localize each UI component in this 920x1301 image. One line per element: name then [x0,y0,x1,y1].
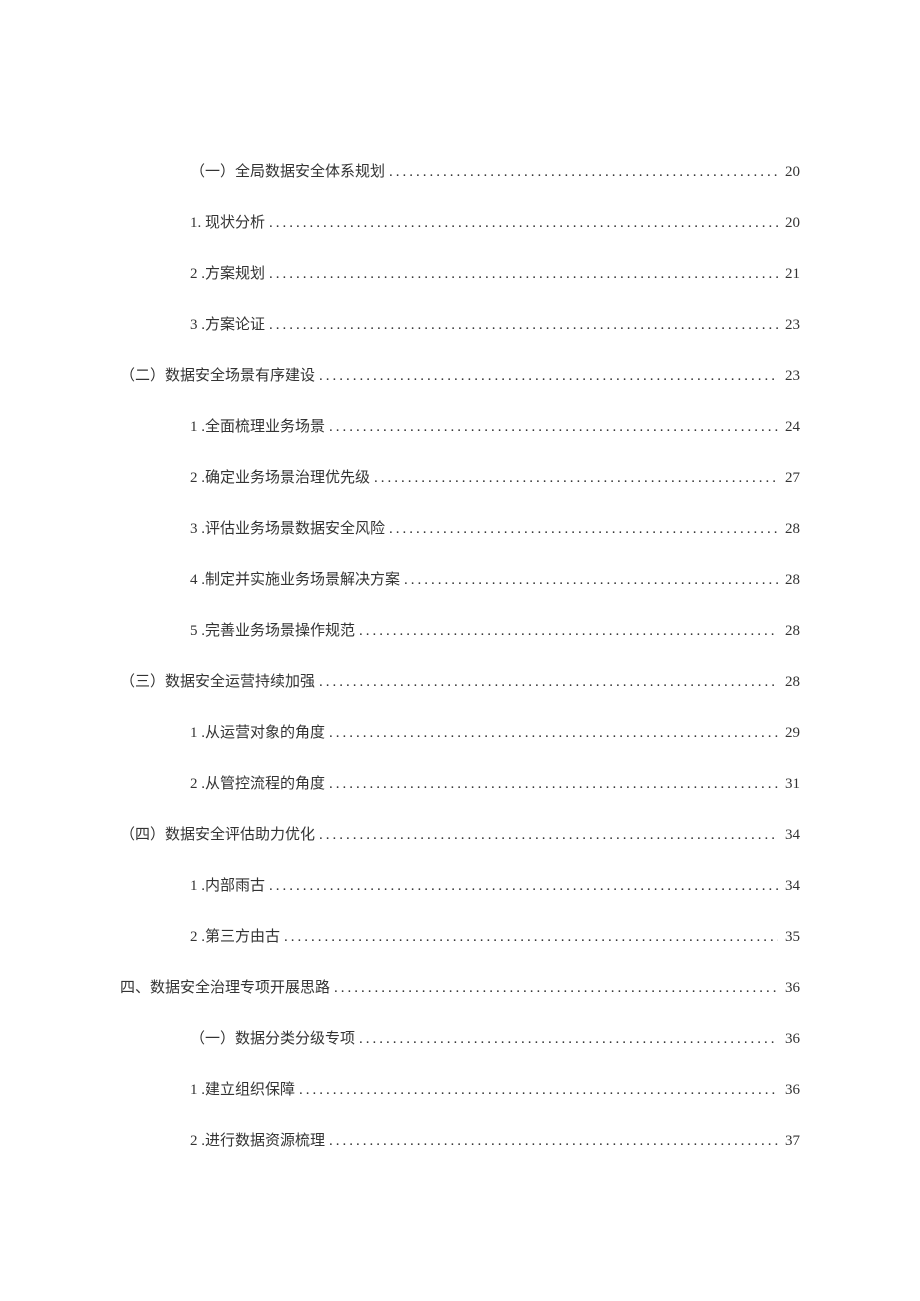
toc-entry: 2 .确定业务场景治理优先级 27 [120,466,800,487]
toc-entry-text: 2 .方案规划 [190,262,265,283]
toc-entry: 2 .从管控流程的角度 31 [120,772,800,793]
toc-entry-text: 3 .方案论证 [190,313,265,334]
toc-entry-page: 28 [778,623,800,640]
toc-entry-text: 4 .制定并实施业务场景解决方案 [190,568,400,589]
toc-leader [280,929,778,946]
toc-entry: （四）数据安全评估助力优化 34 [120,823,800,844]
toc-leader [330,980,778,997]
toc-entry: （三）数据安全运营持续加强 28 [120,670,800,691]
toc-leader [400,572,778,589]
toc-entry-text: 2 .确定业务场景治理优先级 [190,466,370,487]
toc-entry-text: （一）数据分类分级专项 [190,1027,355,1048]
toc-entry: 5 .完善业务场景操作规范 28 [120,619,800,640]
toc-entry: 2 .第三方由古 35 [120,925,800,946]
toc-entry-page: 34 [778,878,800,895]
toc-entry: （一）全局数据安全体系规划 20 [120,160,800,181]
toc-entry-text: 2 .从管控流程的角度 [190,772,325,793]
toc-leader [325,725,778,742]
toc-entry-text: 2 .第三方由古 [190,925,280,946]
toc-leader [370,470,778,487]
toc-entry-text: 1 .全面梳理业务场景 [190,415,325,436]
toc-leader [325,419,778,436]
toc-leader [385,164,778,181]
toc-leader [325,776,778,793]
toc-leader [355,1031,778,1048]
toc-leader [265,266,778,283]
toc-entry-text: 四、数据安全治理专项开展思路 [120,976,330,997]
toc-entry-page: 36 [778,1031,800,1048]
toc-leader [265,317,778,334]
toc-entry-text: 5 .完善业务场景操作规范 [190,619,355,640]
toc-entry-text: （一）全局数据安全体系规划 [190,160,385,181]
toc-leader [315,674,778,691]
toc-entry: 1 .建立组织保障 36 [120,1078,800,1099]
toc-entry: 1 .从运营对象的角度 29 [120,721,800,742]
toc-entry-page: 28 [778,521,800,538]
toc-entry-page: 21 [778,266,800,283]
toc-entry-page: 28 [778,572,800,589]
toc-leader [265,878,778,895]
toc-entry: 1 .内部雨古 34 [120,874,800,895]
toc-entry-page: 27 [778,470,800,487]
toc-entry-page: 34 [778,827,800,844]
toc-entry-text: 1 .内部雨古 [190,874,265,895]
toc-entry-page: 24 [778,419,800,436]
toc-entry-page: 23 [778,317,800,334]
toc-entry-page: 20 [778,215,800,232]
toc-entry: （一）数据分类分级专项 36 [120,1027,800,1048]
toc-entry-page: 23 [778,368,800,385]
toc-entry-page: 35 [778,929,800,946]
toc-entry: 1 .全面梳理业务场景 24 [120,415,800,436]
toc-entry-text: （四）数据安全评估助力优化 [120,823,315,844]
toc-leader [315,368,778,385]
toc-entry: （二）数据安全场景有序建设 23 [120,364,800,385]
toc-entry: 四、数据安全治理专项开展思路 36 [120,976,800,997]
toc-leader [265,215,778,232]
toc-entry: 2 .进行数据资源梳理 37 [120,1129,800,1150]
toc-entry-page: 36 [778,1082,800,1099]
toc-entry-page: 31 [778,776,800,793]
toc-leader [315,827,778,844]
toc-entry: 2 .方案规划 21 [120,262,800,283]
toc-entry-page: 20 [778,164,800,181]
toc-entry: 3 .方案论证 23 [120,313,800,334]
toc-entry: 1. 现状分析 20 [120,211,800,232]
toc-entry-text: 1 .从运营对象的角度 [190,721,325,742]
toc-entry-text: （二）数据安全场景有序建设 [120,364,315,385]
toc-leader [385,521,778,538]
toc-leader [355,623,778,640]
toc-entry-text: 1. 现状分析 [190,211,265,232]
toc-entry-text: （三）数据安全运营持续加强 [120,670,315,691]
table-of-contents: （一）全局数据安全体系规划 20 1. 现状分析 20 2 .方案规划 21 3… [120,160,800,1150]
toc-entry-text: 3 .评估业务场景数据安全风险 [190,517,385,538]
toc-entry: 3 .评估业务场景数据安全风险 28 [120,517,800,538]
toc-entry-text: 2 .进行数据资源梳理 [190,1129,325,1150]
toc-entry: 4 .制定并实施业务场景解决方案 28 [120,568,800,589]
toc-entry-text: 1 .建立组织保障 [190,1078,295,1099]
toc-entry-page: 29 [778,725,800,742]
toc-entry-page: 28 [778,674,800,691]
toc-leader [325,1133,778,1150]
toc-entry-page: 37 [778,1133,800,1150]
toc-entry-page: 36 [778,980,800,997]
toc-leader [295,1082,778,1099]
